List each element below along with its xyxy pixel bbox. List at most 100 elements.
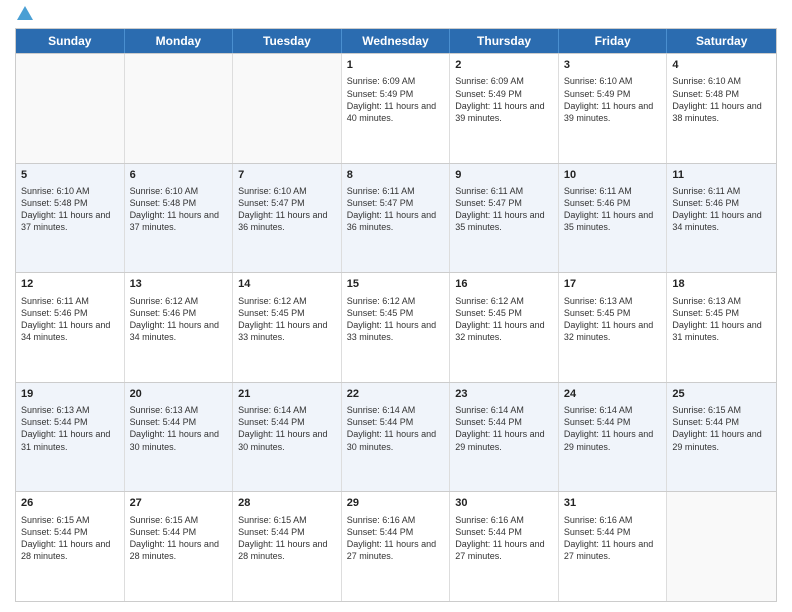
calendar-cell: 31Sunrise: 6:16 AM Sunset: 5:44 PM Dayli… xyxy=(559,492,668,601)
day-number: 26 xyxy=(21,496,119,511)
calendar-cell: 8 Sunrise: 6:11 AM Sunset: 5:47 PM Daylig… xyxy=(342,164,451,273)
day-number: 24 xyxy=(564,387,662,402)
calendar: SundayMondayTuesdayWednesdayThursdayFrid… xyxy=(15,28,777,602)
day-number: 17 xyxy=(564,277,662,292)
day-detail: Sunrise: 6:11 AM Sunset: 5:47 PM Dayligh… xyxy=(347,185,445,234)
day-number: 16 xyxy=(455,277,553,292)
calendar-body: 1 Sunrise: 6:09 AM Sunset: 5:49 PM Daylig… xyxy=(16,53,776,601)
day-number: 3 xyxy=(564,58,662,73)
day-detail: Sunrise: 6:13 AM Sunset: 5:44 PM Dayligh… xyxy=(130,404,228,453)
day-number: 2 xyxy=(455,58,553,73)
day-detail: Sunrise: 6:11 AM Sunset: 5:46 PM Dayligh… xyxy=(21,295,119,344)
calendar-cell: 29Sunrise: 6:16 AM Sunset: 5:44 PM Dayli… xyxy=(342,492,451,601)
calendar-cell-empty xyxy=(125,54,234,163)
calendar-header-cell: Friday xyxy=(559,29,668,53)
day-detail: Sunrise: 6:10 AM Sunset: 5:48 PM Dayligh… xyxy=(672,75,771,124)
calendar-cell: 28 Sunrise: 6:15 AM Sunset: 5:44 PM Dayli… xyxy=(233,492,342,601)
calendar-cell: 2 Sunrise: 6:09 AM Sunset: 5:49 PM Daylig… xyxy=(450,54,559,163)
day-number: 5 xyxy=(21,168,119,183)
calendar-header: SundayMondayTuesdayWednesdayThursdayFrid… xyxy=(16,29,776,53)
day-detail: Sunrise: 6:16 AM Sunset: 5:44 PM Dayligh… xyxy=(455,514,553,563)
day-detail: Sunrise: 6:09 AM Sunset: 5:49 PM Dayligh… xyxy=(455,75,553,124)
day-number: 6 xyxy=(130,168,228,183)
calendar-header-cell: Tuesday xyxy=(233,29,342,53)
day-detail: Sunrise: 6:10 AM Sunset: 5:48 PM Dayligh… xyxy=(21,185,119,234)
day-detail: Sunrise: 6:10 AM Sunset: 5:47 PM Dayligh… xyxy=(238,185,336,234)
day-number: 11 xyxy=(672,168,771,183)
day-number: 31 xyxy=(564,496,662,511)
day-number: 29 xyxy=(347,496,445,511)
calendar-cell: 3 Sunrise: 6:10 AM Sunset: 5:49 PM Daylig… xyxy=(559,54,668,163)
day-number: 25 xyxy=(672,387,771,402)
calendar-cell: 15 Sunrise: 6:12 AM Sunset: 5:45 PM Dayli… xyxy=(342,273,451,382)
day-detail: Sunrise: 6:14 AM Sunset: 5:44 PM Dayligh… xyxy=(455,404,553,453)
day-number: 30 xyxy=(455,496,553,511)
day-detail: Sunrise: 6:14 AM Sunset: 5:44 PM Dayligh… xyxy=(238,404,336,453)
calendar-header-cell: Thursday xyxy=(450,29,559,53)
page: SundayMondayTuesdayWednesdayThursdayFrid… xyxy=(0,0,792,612)
day-number: 12 xyxy=(21,277,119,292)
day-detail: Sunrise: 6:12 AM Sunset: 5:45 PM Dayligh… xyxy=(238,295,336,344)
day-detail: Sunrise: 6:12 AM Sunset: 5:46 PM Dayligh… xyxy=(130,295,228,344)
calendar-cell: 10 Sunrise: 6:11 AM Sunset: 5:46 PM Dayli… xyxy=(559,164,668,273)
day-detail: Sunrise: 6:11 AM Sunset: 5:46 PM Dayligh… xyxy=(564,185,662,234)
calendar-cell: 7 Sunrise: 6:10 AM Sunset: 5:47 PM Daylig… xyxy=(233,164,342,273)
day-number: 21 xyxy=(238,387,336,402)
calendar-row: 12 Sunrise: 6:11 AM Sunset: 5:46 PM Dayli… xyxy=(16,272,776,382)
day-detail: Sunrise: 6:11 AM Sunset: 5:46 PM Dayligh… xyxy=(672,185,771,234)
calendar-cell: 6 Sunrise: 6:10 AM Sunset: 5:48 PM Daylig… xyxy=(125,164,234,273)
day-number: 22 xyxy=(347,387,445,402)
day-detail: Sunrise: 6:10 AM Sunset: 5:48 PM Dayligh… xyxy=(130,185,228,234)
calendar-cell: 13 Sunrise: 6:12 AM Sunset: 5:46 PM Dayli… xyxy=(125,273,234,382)
calendar-cell: 26 Sunrise: 6:15 AM Sunset: 5:44 PM Dayli… xyxy=(16,492,125,601)
calendar-row: 19 Sunrise: 6:13 AM Sunset: 5:44 PM Dayli… xyxy=(16,382,776,492)
calendar-cell-empty xyxy=(667,492,776,601)
calendar-cell: 24 Sunrise: 6:14 AM Sunset: 5:44 PM Dayli… xyxy=(559,383,668,492)
day-number: 18 xyxy=(672,277,771,292)
day-number: 7 xyxy=(238,168,336,183)
logo-triangle-icon xyxy=(17,6,33,20)
calendar-cell: 21 Sunrise: 6:14 AM Sunset: 5:44 PM Dayli… xyxy=(233,383,342,492)
day-number: 23 xyxy=(455,387,553,402)
day-number: 10 xyxy=(564,168,662,183)
day-number: 8 xyxy=(347,168,445,183)
calendar-cell: 25Sunrise: 6:15 AM Sunset: 5:44 PM Dayli… xyxy=(667,383,776,492)
calendar-cell: 1Sunrise: 6:09 AM Sunset: 5:49 PM Daylig… xyxy=(342,54,451,163)
day-number: 4 xyxy=(672,58,771,73)
calendar-cell: 11 Sunrise: 6:11 AM Sunset: 5:46 PM Dayli… xyxy=(667,164,776,273)
day-detail: Sunrise: 6:15 AM Sunset: 5:44 PM Dayligh… xyxy=(21,514,119,563)
day-detail: Sunrise: 6:12 AM Sunset: 5:45 PM Dayligh… xyxy=(347,295,445,344)
calendar-cell: 4 Sunrise: 6:10 AM Sunset: 5:48 PM Daylig… xyxy=(667,54,776,163)
day-number: 1 xyxy=(347,58,445,73)
day-detail: Sunrise: 6:12 AM Sunset: 5:45 PM Dayligh… xyxy=(455,295,553,344)
day-number: 19 xyxy=(21,387,119,402)
day-detail: Sunrise: 6:10 AM Sunset: 5:49 PM Dayligh… xyxy=(564,75,662,124)
day-number: 15 xyxy=(347,277,445,292)
day-detail: Sunrise: 6:11 AM Sunset: 5:47 PM Dayligh… xyxy=(455,185,553,234)
day-detail: Sunrise: 6:15 AM Sunset: 5:44 PM Dayligh… xyxy=(130,514,228,563)
calendar-cell: 20 Sunrise: 6:13 AM Sunset: 5:44 PM Dayli… xyxy=(125,383,234,492)
day-number: 20 xyxy=(130,387,228,402)
calendar-cell-empty xyxy=(233,54,342,163)
day-detail: Sunrise: 6:14 AM Sunset: 5:44 PM Dayligh… xyxy=(564,404,662,453)
calendar-cell: 12 Sunrise: 6:11 AM Sunset: 5:46 PM Dayli… xyxy=(16,273,125,382)
calendar-cell: 17 Sunrise: 6:13 AM Sunset: 5:45 PM Dayli… xyxy=(559,273,668,382)
header xyxy=(15,10,777,20)
calendar-row: 5 Sunrise: 6:10 AM Sunset: 5:48 PM Daylig… xyxy=(16,163,776,273)
day-number: 9 xyxy=(455,168,553,183)
day-detail: Sunrise: 6:15 AM Sunset: 5:44 PM Dayligh… xyxy=(238,514,336,563)
day-number: 28 xyxy=(238,496,336,511)
calendar-cell: 27Sunrise: 6:15 AM Sunset: 5:44 PM Dayli… xyxy=(125,492,234,601)
calendar-header-cell: Sunday xyxy=(16,29,125,53)
calendar-cell: 30 Sunrise: 6:16 AM Sunset: 5:44 PM Dayli… xyxy=(450,492,559,601)
calendar-cell: 9 Sunrise: 6:11 AM Sunset: 5:47 PM Daylig… xyxy=(450,164,559,273)
day-detail: Sunrise: 6:13 AM Sunset: 5:45 PM Dayligh… xyxy=(564,295,662,344)
day-detail: Sunrise: 6:13 AM Sunset: 5:44 PM Dayligh… xyxy=(21,404,119,453)
day-number: 13 xyxy=(130,277,228,292)
calendar-cell: 18Sunrise: 6:13 AM Sunset: 5:45 PM Dayli… xyxy=(667,273,776,382)
day-detail: Sunrise: 6:14 AM Sunset: 5:44 PM Dayligh… xyxy=(347,404,445,453)
logo xyxy=(15,10,33,20)
calendar-header-cell: Saturday xyxy=(667,29,776,53)
calendar-cell: 22 Sunrise: 6:14 AM Sunset: 5:44 PM Dayli… xyxy=(342,383,451,492)
calendar-row: 26 Sunrise: 6:15 AM Sunset: 5:44 PM Dayli… xyxy=(16,491,776,601)
